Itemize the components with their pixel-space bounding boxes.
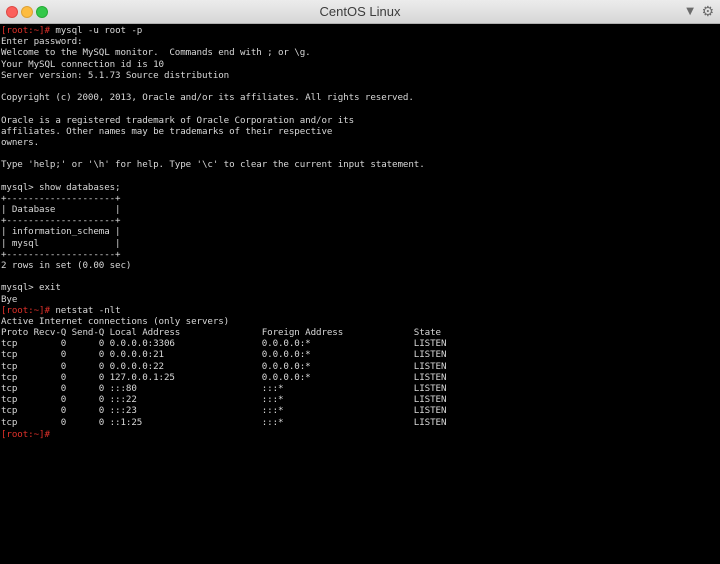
- terminal-line: [root:~]#: [0, 428, 720, 440]
- terminal-output: [root:~]# mysql -u root -p Enter password…: [0, 24, 720, 440]
- terminal-line: Active Internet connections (only server…: [0, 316, 720, 327]
- terminal-line-text: +--------------------+: [1, 192, 121, 204]
- gear-icon[interactable]: ⚙: [701, 0, 714, 24]
- terminal-line: tcp 0 0 :::23 :::* LISTEN: [0, 405, 720, 416]
- terminal-line: mysql> show databases;: [0, 182, 720, 193]
- terminal-line: Copyright (c) 2000, 2013, Oracle and/or …: [0, 92, 720, 103]
- terminal-line: tcp 0 0 ::1:25 :::* LISTEN: [0, 417, 720, 428]
- window-title: CentOS Linux: [319, 4, 401, 19]
- terminal-line-text: +--------------------+: [1, 215, 121, 227]
- terminal-line: Your MySQL connection id is 10: [0, 59, 720, 70]
- terminal-line: tcp 0 0 0.0.0.0:22 0.0.0.0:* LISTEN: [0, 361, 720, 372]
- shell-prompt: [root:~]#: [1, 428, 50, 440]
- terminal-line: [root:~]# netstat -nlt: [0, 305, 720, 316]
- terminal-line: owners.: [0, 137, 720, 148]
- terminal-line: | Database |: [0, 204, 720, 215]
- terminal-line-text: Welcome to the MySQL monitor. Commands e…: [1, 47, 311, 59]
- terminal-line: tcp 0 0 :::22 :::* LISTEN: [0, 394, 720, 405]
- terminal-line: Welcome to the MySQL monitor. Commands e…: [0, 47, 720, 58]
- terminal-line: tcp 0 0 0.0.0.0:3306 0.0.0.0:* LISTEN: [0, 338, 720, 349]
- terminal-line-text: mysql> show databases;: [1, 181, 121, 193]
- terminal-line-text: 2 rows in set (0.00 sec): [1, 259, 132, 271]
- terminal-line: Proto Recv-Q Send-Q Local Address Foreig…: [0, 327, 720, 338]
- terminal-line: Server version: 5.1.73 Source distributi…: [0, 70, 720, 81]
- terminal-line: Enter password:: [0, 36, 720, 47]
- terminal-line-text: tcp 0 0 127.0.0.1:25 0.0.0.0:* LISTEN: [1, 371, 447, 383]
- terminal-screen[interactable]: [root:~]# mysql -u root -p Enter password…: [0, 24, 720, 564]
- terminal-line: mysql> exit: [0, 282, 720, 293]
- terminal-line-text: affiliates. Other names may be trademark…: [1, 125, 333, 137]
- terminal-line-text: | information_schema |: [1, 226, 121, 238]
- terminal-line-text: tcp 0 0 :::23 :::* LISTEN: [1, 405, 447, 417]
- terminal-line: tcp 0 0 0.0.0.0:21 0.0.0.0:* LISTEN: [0, 349, 720, 360]
- terminal-cursor: [50, 428, 56, 437]
- terminal-line-text: Copyright (c) 2000, 2013, Oracle and/or …: [1, 92, 414, 104]
- terminal-line-text: Server version: 5.1.73 Source distributi…: [1, 69, 230, 81]
- terminal-line: affiliates. Other names may be trademark…: [0, 126, 720, 137]
- shell-prompt: [root:~]#: [1, 25, 50, 36]
- terminal-line-text: Proto Recv-Q Send-Q Local Address Foreig…: [1, 327, 441, 339]
- terminal-line-text: Your MySQL connection id is 10: [1, 58, 164, 70]
- terminal-line: 2 rows in set (0.00 sec): [0, 260, 720, 271]
- terminal-line-text: tcp 0 0 ::1:25 :::* LISTEN: [1, 416, 447, 428]
- terminal-line: tcp 0 0 127.0.0.1:25 0.0.0.0:* LISTEN: [0, 372, 720, 383]
- window-titlebar[interactable]: CentOS Linux ▼ ⚙: [0, 0, 720, 24]
- terminal-line-text: Active Internet connections (only server…: [1, 315, 230, 327]
- terminal-line-text: tcp 0 0 0.0.0.0:21 0.0.0.0:* LISTEN: [1, 349, 447, 361]
- chevron-down-icon[interactable]: ▼: [686, 0, 694, 24]
- terminal-line-text: Enter password:: [1, 36, 83, 48]
- terminal-line-text: tcp 0 0 0.0.0.0:22 0.0.0.0:* LISTEN: [1, 360, 447, 372]
- terminal-line-text: +--------------------+: [1, 248, 121, 260]
- terminal-line: | mysql |: [0, 238, 720, 249]
- terminal-line-text: netstat -nlt: [49, 304, 121, 316]
- terminal-line-text: tcp 0 0 0.0.0.0:3306 0.0.0.0:* LISTEN: [1, 338, 447, 350]
- terminal-line: +--------------------+: [0, 215, 720, 226]
- terminal-line: tcp 0 0 :::80 :::* LISTEN: [0, 383, 720, 394]
- terminal-line: +--------------------+: [0, 193, 720, 204]
- terminal-line: Oracle is a registered trademark of Orac…: [0, 115, 720, 126]
- terminal-line: Type 'help;' or '\h' for help. Type '\c'…: [0, 159, 720, 170]
- terminal-line-text: | mysql |: [1, 237, 121, 249]
- shell-prompt: [root:~]#: [1, 304, 50, 316]
- terminal-line: [root:~]# mysql -u root -p: [0, 25, 720, 36]
- terminal-line-text: owners.: [1, 136, 40, 148]
- terminal-line: Bye: [0, 294, 720, 305]
- terminal-line-text: Oracle is a registered trademark of Orac…: [1, 114, 355, 126]
- terminal-line-text: | Database |: [1, 204, 121, 215]
- terminal-line: | information_schema |: [0, 226, 720, 237]
- terminal-line: +--------------------+: [0, 249, 720, 260]
- terminal-line-text: tcp 0 0 :::80 :::* LISTEN: [1, 383, 447, 394]
- terminal-line-text: Bye: [1, 293, 18, 305]
- terminal-line-text: tcp 0 0 :::22 :::* LISTEN: [1, 394, 447, 406]
- terminal-line-text: mysql> exit: [1, 282, 61, 294]
- terminal-line-text: Type 'help;' or '\h' for help. Type '\c'…: [1, 159, 425, 171]
- terminal-line-text: mysql -u root -p: [49, 25, 143, 36]
